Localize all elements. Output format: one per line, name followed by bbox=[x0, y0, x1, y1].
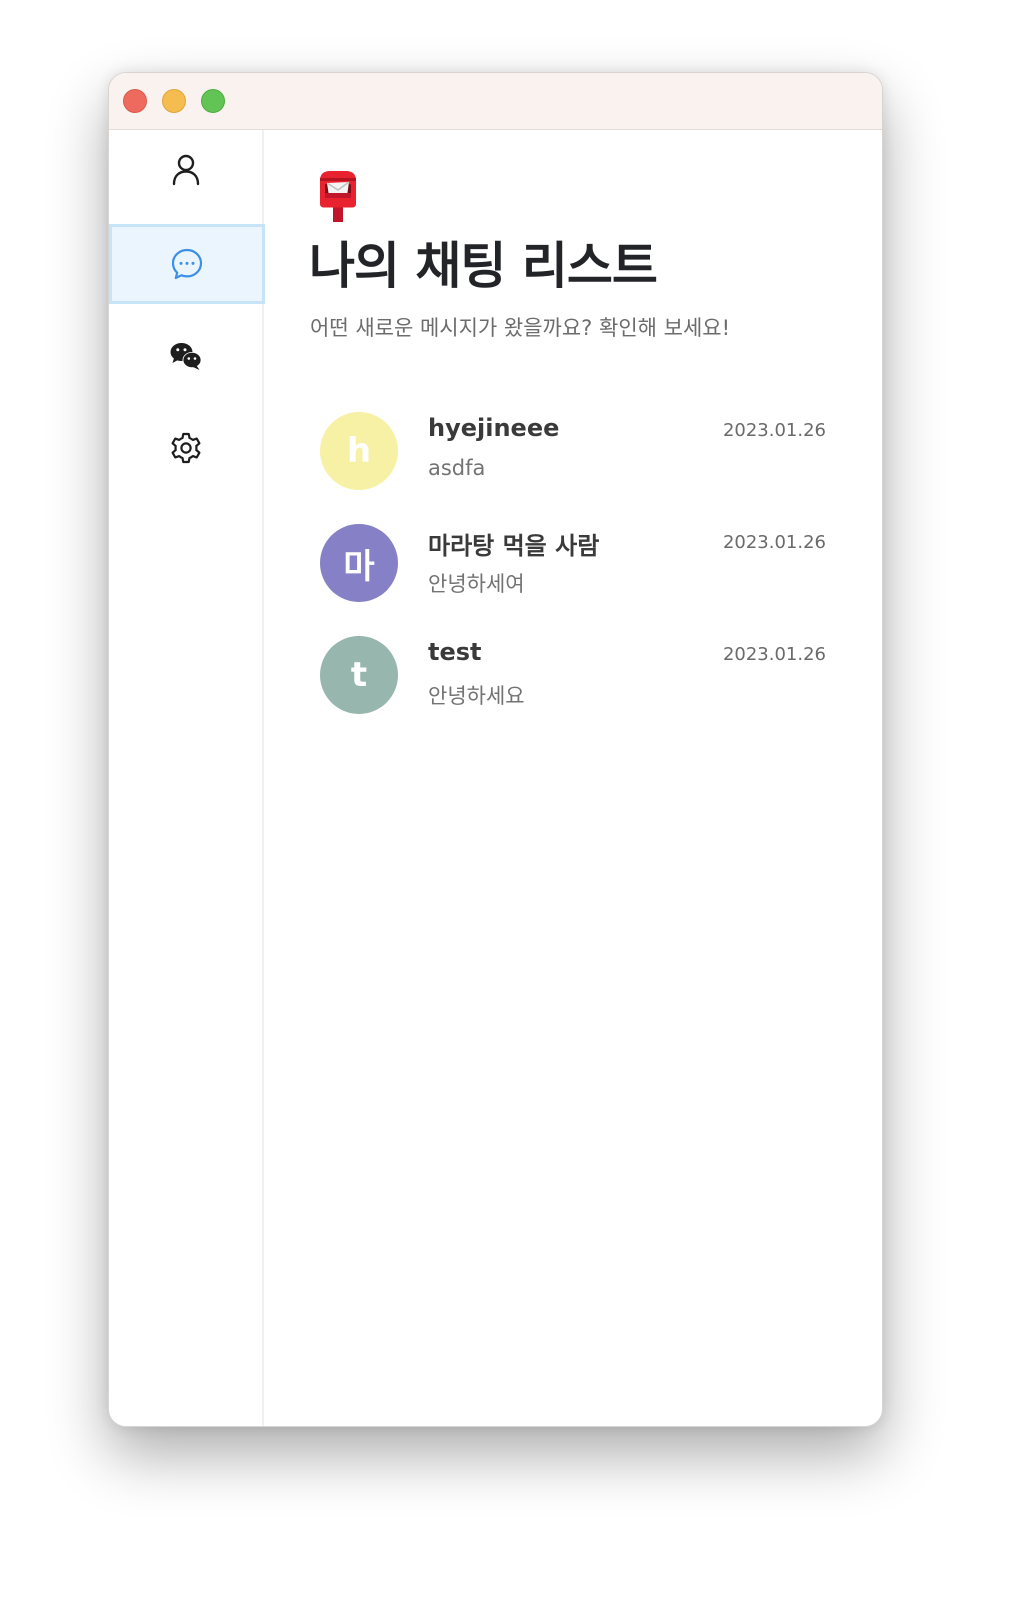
sidebar-item-chats[interactable] bbox=[109, 224, 265, 304]
app-window: 나의 채팅 리스트 어떤 새로운 메시지가 왔을까요? 확인해 보세요! h h… bbox=[108, 72, 883, 1427]
chat-date: 2023.01.26 bbox=[722, 420, 826, 441]
chat-list: h hyejineee asdfa 2023.01.26 마 마라탕 먹을 사람… bbox=[320, 412, 826, 748]
gear-icon bbox=[169, 431, 203, 465]
chat-name: test bbox=[428, 638, 482, 666]
chat-name: hyejineee bbox=[428, 414, 560, 442]
sidebar bbox=[109, 130, 265, 1426]
page-title: 나의 채팅 리스트 bbox=[309, 237, 658, 295]
maximize-window-button[interactable] bbox=[201, 89, 225, 113]
page-subtitle: 어떤 새로운 메시지가 왔을까요? 확인해 보세요! bbox=[310, 316, 731, 340]
person-icon bbox=[171, 154, 201, 186]
chat-date: 2023.01.26 bbox=[722, 644, 826, 665]
chat-date: 2023.01.26 bbox=[722, 532, 826, 553]
chat-row[interactable]: h hyejineee asdfa 2023.01.26 bbox=[320, 412, 826, 524]
minimize-window-button[interactable] bbox=[162, 89, 186, 113]
wechat-icon bbox=[169, 341, 203, 371]
postbox-icon bbox=[316, 170, 360, 222]
chat-row[interactable]: t test 안녕하세요 2023.01.26 bbox=[320, 636, 826, 748]
chat-bubble-icon bbox=[170, 247, 204, 281]
chat-row[interactable]: 마 마라탕 먹을 사람 안녕하세여 2023.01.26 bbox=[320, 524, 826, 636]
sidebar-item-friends[interactable] bbox=[109, 130, 262, 210]
close-window-button[interactable] bbox=[123, 89, 147, 113]
chat-last-message: asdfa bbox=[428, 456, 486, 480]
avatar: 마 bbox=[320, 524, 398, 602]
title-bar[interactable] bbox=[109, 73, 882, 130]
chat-last-message: 안녕하세요 bbox=[428, 684, 525, 708]
avatar: t bbox=[320, 636, 398, 714]
avatar: h bbox=[320, 412, 398, 490]
chat-name: 마라탕 먹을 사람 bbox=[428, 532, 600, 560]
chat-last-message: 안녕하세여 bbox=[428, 572, 525, 596]
chat-list-panel: 나의 채팅 리스트 어떤 새로운 메시지가 왔을까요? 확인해 보세요! h h… bbox=[264, 130, 882, 1426]
sidebar-item-open-chat[interactable] bbox=[109, 316, 262, 396]
sidebar-item-settings[interactable] bbox=[109, 408, 262, 488]
